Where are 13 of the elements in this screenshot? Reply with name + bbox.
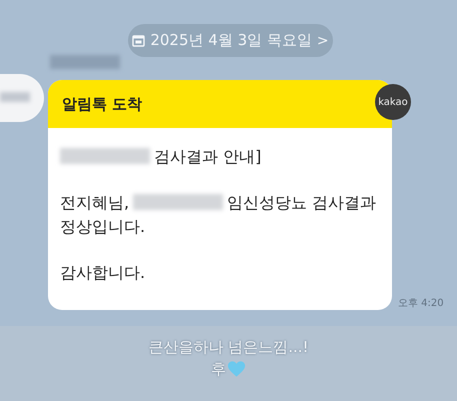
caption-text: 후 <box>211 359 226 380</box>
message-text: 감사합니다. <box>60 262 146 282</box>
calendar-icon <box>132 34 146 47</box>
message-text: 임신성당뇨 검사결과 <box>227 192 376 212</box>
message-time: 오후 4:20 <box>398 297 444 310</box>
sender-badge: kakao <box>375 84 411 120</box>
message-text: 정상입니다. <box>60 216 146 236</box>
redacted-name <box>50 55 120 69</box>
caption-text: 큰산을하나 넘은느낌...! <box>148 337 309 358</box>
message-text: 전지혜님, <box>60 192 130 212</box>
date-chip[interactable]: 2025년 4월 3일 목요일 > <box>128 24 333 57</box>
heart-icon <box>227 360 246 378</box>
message-text: 검사결과 안내] <box>154 146 262 166</box>
